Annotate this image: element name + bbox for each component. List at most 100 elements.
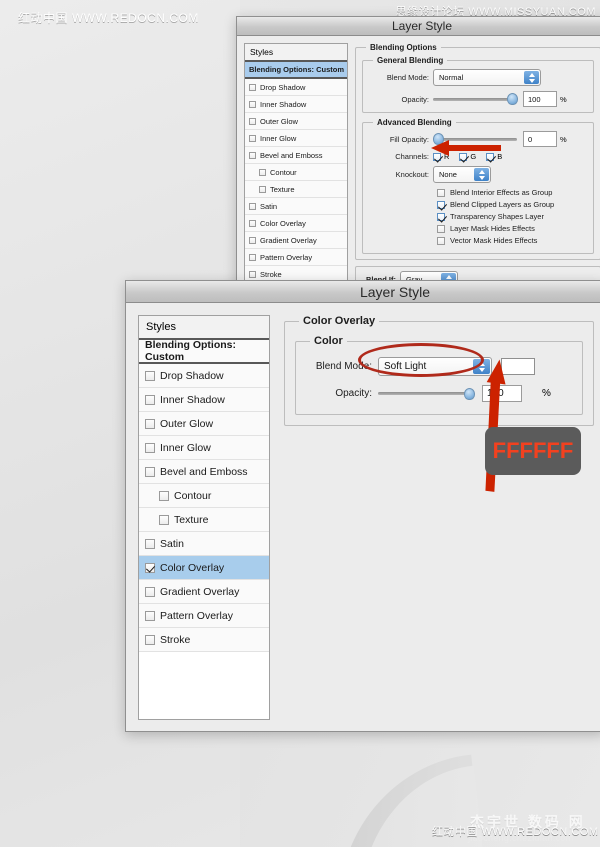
style-list-item-outer-glow[interactable]: Outer Glow (245, 113, 347, 130)
back-dialog-titlebar[interactable]: Layer Style (237, 17, 600, 36)
style-list-item-bevel-and-emboss[interactable]: Bevel and Emboss (245, 147, 347, 164)
style-item-checkbox[interactable] (249, 117, 256, 125)
style-item-checkbox[interactable] (249, 83, 256, 91)
advanced-checkbox[interactable] (437, 212, 445, 221)
style-item-checkbox[interactable] (145, 442, 155, 453)
back-styles-panel[interactable]: Styles Blending Options: Custom Drop Shad… (244, 43, 348, 314)
opacity-slider-knob[interactable] (507, 93, 518, 105)
style-item-label: Gradient Overlay (160, 585, 240, 598)
style-item-checkbox[interactable] (145, 538, 155, 549)
style-item-label: Texture (174, 513, 209, 526)
style-list-item-texture[interactable]: Texture (139, 508, 269, 532)
fill-opacity-input[interactable]: 0 (523, 131, 557, 147)
style-item-checkbox[interactable] (145, 562, 155, 573)
style-item-checkbox[interactable] (249, 151, 256, 159)
style-item-checkbox[interactable] (145, 418, 155, 429)
layer-style-dialog-back[interactable]: Layer Style Styles Blending Options: Cus… (236, 16, 600, 314)
blend-mode-select[interactable]: Normal (433, 69, 541, 86)
style-item-checkbox[interactable] (159, 490, 169, 501)
style-item-checkbox[interactable] (249, 134, 256, 142)
color-overlay-swatch[interactable] (501, 358, 535, 375)
channel-r[interactable]: R (433, 152, 449, 161)
opacity-input[interactable]: 100 (523, 91, 557, 107)
fill-opacity-slider-knob[interactable] (433, 133, 444, 145)
style-item-checkbox[interactable] (145, 586, 155, 597)
front-blend-mode-stepper-icon[interactable] (473, 359, 490, 374)
opacity-slider[interactable] (433, 92, 518, 106)
style-item-checkbox[interactable] (249, 253, 256, 261)
style-list-item-drop-shadow[interactable]: Drop Shadow (139, 364, 269, 388)
back-styles-list[interactable]: Blending Options: Custom Drop Shadow Inner… (245, 62, 347, 283)
style-list-item-inner-shadow[interactable]: Inner Shadow (139, 388, 269, 412)
style-item-checkbox[interactable] (145, 634, 155, 645)
style-item-checkbox[interactable] (145, 394, 155, 405)
style-list-item-inner-shadow[interactable]: Inner Shadow (245, 96, 347, 113)
style-list-item-contour[interactable]: Contour (139, 484, 269, 508)
style-list-item-outer-glow[interactable]: Outer Glow (139, 412, 269, 436)
style-item-checkbox[interactable] (249, 236, 256, 244)
advanced-check-blend-interior-effects-as-group[interactable]: Blend Interior Effects as Group (437, 188, 587, 197)
channel-checkbox[interactable] (486, 152, 495, 161)
general-blending-legend: General Blending (377, 56, 444, 65)
advanced-checkbox[interactable] (437, 188, 445, 197)
advanced-check-blend-clipped-layers-as-group[interactable]: Blend Clipped Layers as Group (437, 200, 587, 209)
front-opacity-input[interactable]: 100 (482, 385, 522, 402)
channel-b[interactable]: B (486, 152, 502, 161)
style-item-checkbox[interactable] (259, 168, 266, 176)
style-item-checkbox[interactable] (159, 514, 169, 525)
style-item-label: Pattern Overlay (160, 609, 233, 622)
advanced-check-transparency-shapes-layer[interactable]: Transparency Shapes Layer (437, 212, 587, 221)
layer-style-dialog-front[interactable]: Layer Style Styles Blending Options: Cus… (125, 280, 600, 732)
channel-checkbox-group[interactable]: RGB (433, 152, 502, 161)
front-dialog-titlebar[interactable]: Layer Style (126, 281, 600, 303)
style-list-item-pattern-overlay[interactable]: Pattern Overlay (139, 604, 269, 628)
style-list-item-blending-options-custom[interactable]: Blending Options: Custom (245, 62, 347, 79)
channel-g[interactable]: G (459, 152, 476, 161)
style-item-checkbox[interactable] (145, 466, 155, 477)
style-item-checkbox[interactable] (259, 185, 266, 193)
style-item-label: Color Overlay (160, 561, 225, 574)
style-item-checkbox[interactable] (249, 270, 256, 278)
style-list-item-satin[interactable]: Satin (245, 198, 347, 215)
style-list-item-satin[interactable]: Satin (139, 532, 269, 556)
knockout-select[interactable]: None (433, 166, 491, 183)
style-item-checkbox[interactable] (145, 370, 155, 381)
advanced-check-vector-mask-hides-effects[interactable]: Vector Mask Hides Effects (437, 236, 587, 245)
opacity-slider-track (433, 97, 517, 101)
style-list-item-blending-options-custom[interactable]: Blending Options: Custom (139, 339, 269, 364)
style-list-item-color-overlay[interactable]: Color Overlay (139, 556, 269, 580)
front-styles-list[interactable]: Blending Options: Custom Drop Shadow Inner… (139, 339, 269, 652)
style-list-item-pattern-overlay[interactable]: Pattern Overlay (245, 249, 347, 266)
back-dialog-title: Layer Style (391, 19, 453, 33)
style-list-item-texture[interactable]: Texture (245, 181, 347, 198)
style-list-item-drop-shadow[interactable]: Drop Shadow (245, 79, 347, 96)
channel-checkbox[interactable] (433, 152, 441, 161)
channel-checkbox[interactable] (459, 152, 468, 161)
style-list-item-inner-glow[interactable]: Inner Glow (245, 130, 347, 147)
style-item-checkbox[interactable] (145, 610, 155, 621)
front-opacity-slider-knob[interactable] (464, 387, 475, 400)
advanced-checkbox[interactable] (437, 200, 445, 209)
style-list-item-stroke[interactable]: Stroke (139, 628, 269, 652)
style-list-item-color-overlay[interactable]: Color Overlay (245, 215, 347, 232)
advanced-checkbox[interactable] (437, 236, 445, 245)
knockout-stepper-icon[interactable] (474, 168, 489, 181)
advanced-checkbox-list[interactable]: Blend Interior Effects as Group Blend Cli… (437, 188, 587, 245)
fill-opacity-slider[interactable] (433, 132, 517, 146)
blend-mode-stepper-icon[interactable] (524, 71, 539, 84)
style-list-item-bevel-and-emboss[interactable]: Bevel and Emboss (139, 460, 269, 484)
style-list-item-contour[interactable]: Contour (245, 164, 347, 181)
front-blend-mode-select[interactable]: Soft Light (378, 357, 492, 376)
advanced-checkbox[interactable] (437, 224, 445, 233)
advanced-check-layer-mask-hides-effects[interactable]: Layer Mask Hides Effects (437, 224, 587, 233)
style-list-item-gradient-overlay[interactable]: Gradient Overlay (139, 580, 269, 604)
style-item-checkbox[interactable] (249, 219, 256, 227)
front-opacity-slider[interactable] (378, 387, 475, 401)
style-list-item-gradient-overlay[interactable]: Gradient Overlay (245, 232, 347, 249)
style-item-checkbox[interactable] (249, 100, 256, 108)
front-styles-panel[interactable]: Styles Blending Options: Custom Drop Shad… (138, 315, 270, 720)
advanced-check-label: Layer Mask Hides Effects (450, 224, 535, 233)
style-item-checkbox[interactable] (249, 202, 256, 210)
style-list-item-inner-glow[interactable]: Inner Glow (139, 436, 269, 460)
style-item-label: Color Overlay (260, 218, 306, 228)
